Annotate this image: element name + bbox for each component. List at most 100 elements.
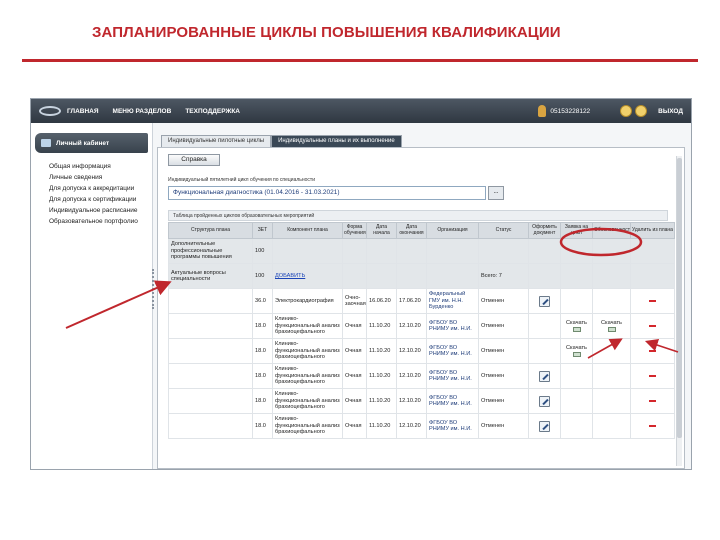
download-link[interactable]: Скачать [595, 320, 628, 333]
user-phone: 05153228122 [550, 107, 591, 115]
cell-zet: 18.0 [252, 313, 273, 339]
edit-icon[interactable] [539, 370, 550, 382]
cell-structure [168, 413, 253, 439]
download-icon [572, 327, 581, 333]
cell-zet: 18.0 [252, 413, 273, 439]
cabinet-header[interactable]: Личный кабинет [35, 133, 148, 153]
cell-start: 11.10.20 [366, 338, 397, 364]
cell-start: 11.10.20 [366, 313, 397, 339]
cell-structure [168, 313, 253, 339]
cell-end: 12.10.20 [396, 413, 427, 439]
remove-icon[interactable] [649, 400, 656, 402]
search-icon[interactable] [620, 105, 633, 117]
cell-component: Электрокардиография [272, 288, 343, 314]
edit-icon[interactable] [539, 395, 550, 407]
cell-basis [592, 288, 631, 314]
cell-org: ФГБОУ ВО РНИМУ им. Н.И. [426, 313, 479, 339]
sidebar-item-schedule[interactable]: Индивидуальное расписание [31, 205, 152, 216]
cell-status: Отменен [478, 388, 529, 414]
table-row: 18.0 Клинико-функциональный анализ брахио… [168, 338, 675, 364]
nav-support[interactable]: ТЕХПОДДЕРЖКА [185, 108, 240, 115]
remove-icon[interactable] [649, 375, 656, 377]
tab-individual-plans[interactable]: Индивидуальные планы и их выполнение [271, 135, 402, 147]
sidebar-item-personal[interactable]: Личные сведения [31, 172, 152, 183]
cell-apply [560, 363, 593, 389]
col-org: Организация [426, 222, 479, 239]
sidebar-item-certification[interactable]: Для допуска к сертификации [31, 194, 152, 205]
col-basis: Обоснованность [592, 222, 631, 239]
table-title: Таблица пройденных циклов образовательны… [168, 210, 668, 221]
cell-structure [168, 363, 253, 389]
sidebar-item-accreditation[interactable]: Для допуска к аккредитации [31, 183, 152, 194]
scrollbar-thumb[interactable] [677, 158, 682, 438]
download-link[interactable]: Скачать [563, 320, 590, 333]
sidebar-item-general[interactable]: Общая информация [31, 161, 152, 172]
plan-label: Индивидуальный пятилетний цикл обучения … [168, 177, 316, 183]
cell-org: ФГБОУ ВО РНИМУ им. Н.И. [426, 338, 479, 364]
top-bar: ГЛАВНАЯ МЕНЮ РАЗДЕЛОВ ТЕХПОДДЕРЖКА 05153… [31, 99, 691, 123]
cell-zet: 36.0 [252, 288, 273, 314]
table-row: 18.0 Клинико-функциональный анализ брахио… [168, 413, 675, 439]
remove-icon[interactable] [649, 300, 656, 302]
table-row: 18.0 Клинико-функциональный анализ брахио… [168, 313, 675, 339]
cell-basis [592, 413, 631, 439]
cell-end: 12.10.20 [396, 363, 427, 389]
sidebar: Личный кабинет Общая информация Личные с… [31, 123, 153, 469]
resize-handle[interactable] [152, 269, 154, 309]
cell-end: 12.10.20 [396, 338, 427, 364]
cell-org: ФГБОУ ВО РНИМУ им. Н.И. [426, 413, 479, 439]
cell-document [528, 338, 561, 364]
cell-remove [630, 363, 675, 389]
col-apply: Заявка на цикл [560, 222, 593, 239]
remove-icon[interactable] [649, 425, 656, 427]
col-remove: Удалить из плана [630, 222, 675, 239]
cell-component: Клинико-функциональный анализ брахиоцефа… [272, 313, 343, 339]
cell-component: Клинико-функциональный анализ брахиоцефа… [272, 413, 343, 439]
download-link[interactable]: Скачать [563, 345, 590, 358]
download-label: Скачать [566, 344, 587, 351]
col-start: Дата начала [366, 222, 397, 239]
table-row: 18.0 Клинико-функциональный анализ брахио… [168, 388, 675, 414]
col-form: Форма обучения [342, 222, 367, 239]
col-end: Дата окончания [396, 222, 427, 239]
search-plus-icon[interactable] [635, 105, 648, 117]
group-zet: 100 [252, 238, 273, 264]
scrollbar[interactable] [676, 156, 682, 466]
cell-org: ФГБОУ ВО РНИМУ им. Н.И. [426, 388, 479, 414]
nav-sections[interactable]: МЕНЮ РАЗДЕЛОВ [113, 108, 172, 115]
spravka-button[interactable]: Справка [168, 154, 220, 166]
edit-icon[interactable] [539, 295, 550, 307]
table-group-row: Дополнительные профессиональные программ… [168, 238, 675, 264]
cell-status: Отменен [478, 313, 529, 339]
cell-start: 11.10.20 [366, 363, 397, 389]
col-document: Оформить документ [528, 222, 561, 239]
cell-component: Клинико-функциональный анализ брахиоцефа… [272, 338, 343, 364]
cell-document [528, 288, 561, 314]
add-link[interactable]: ДОБАВИТЬ [272, 263, 343, 289]
tab-pilot-cycles[interactable]: Индивидуальные пилотные циклы [161, 135, 272, 147]
cell-status: Отменен [478, 413, 529, 439]
download-icon [572, 352, 581, 358]
cell-zet: 18.0 [252, 388, 273, 414]
plan-table: Структура плана ЗЕТ Компонент плана Форм… [168, 222, 675, 439]
cell-apply [560, 413, 593, 439]
cell-document [528, 388, 561, 414]
cell-apply [560, 288, 593, 314]
user-icon[interactable] [538, 105, 547, 117]
plan-choose-button[interactable]: ... [488, 186, 504, 200]
edit-icon[interactable] [539, 420, 550, 432]
cell-document [528, 363, 561, 389]
cell-org: Федеральный ГМУ им. Н.Н. Бурденко [426, 288, 479, 314]
sidebar-item-portfolio[interactable]: Образовательное портфолио [31, 216, 152, 227]
cell-basis [592, 338, 631, 364]
exit-link[interactable]: ВЫХОД [658, 108, 683, 115]
remove-icon[interactable] [649, 325, 656, 327]
nav-main[interactable]: ГЛАВНАЯ [67, 108, 99, 115]
table-row: 36.0 Электрокардиография Очно-заочная 16.06… [168, 288, 675, 314]
plan-select[interactable]: Функциональная диагностика (01.04.2016 -… [168, 186, 486, 200]
remove-icon[interactable] [649, 350, 656, 352]
download-label: Скачать [566, 319, 587, 326]
cell-document [528, 313, 561, 339]
group-zet: 100 [252, 263, 273, 289]
cell-structure [168, 338, 253, 364]
